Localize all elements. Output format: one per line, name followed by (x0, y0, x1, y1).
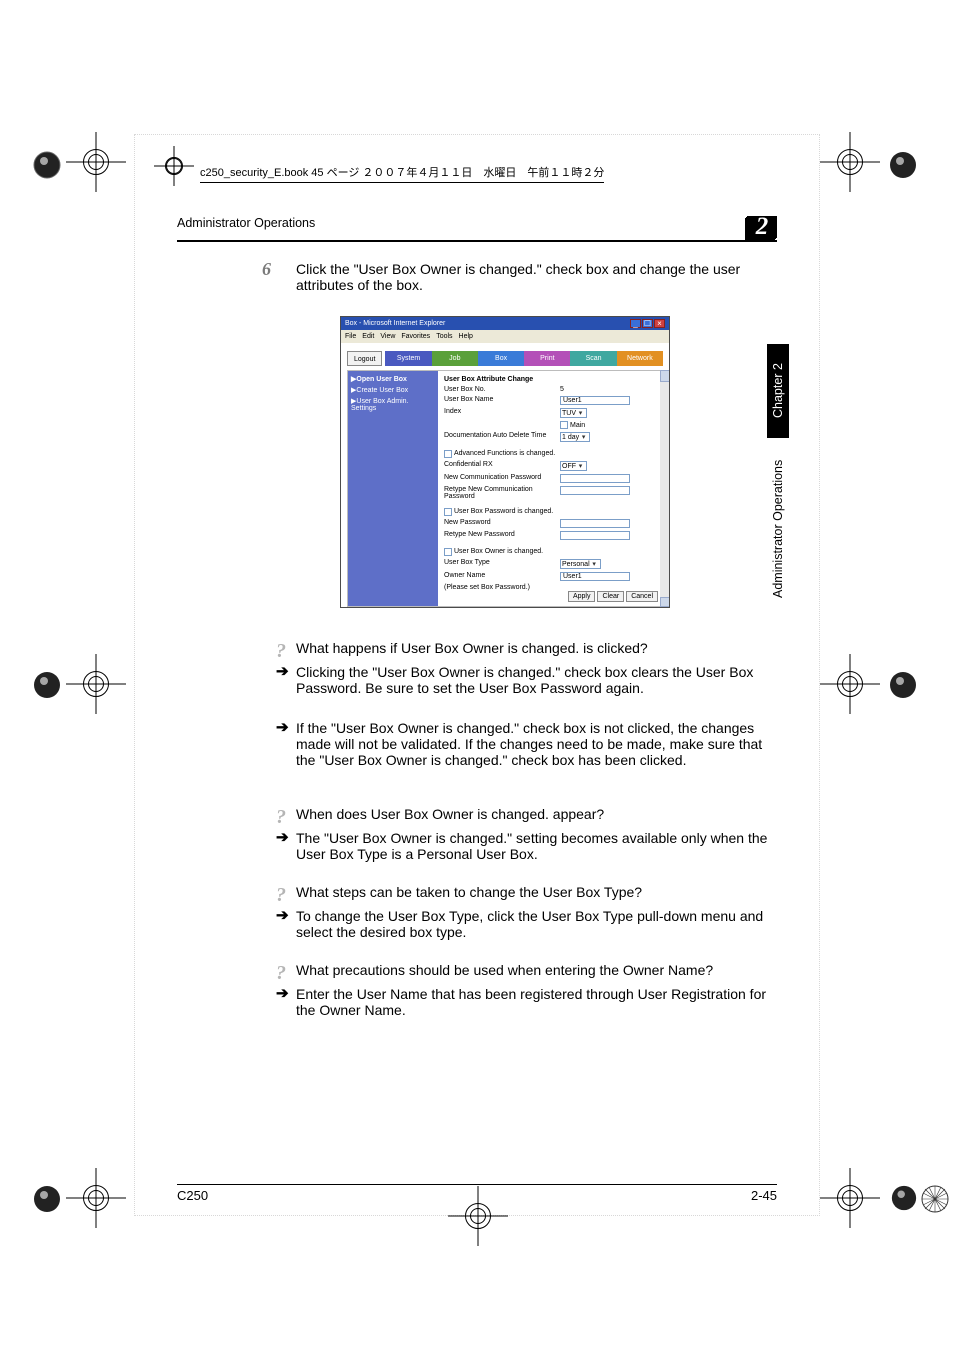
qa-question: What steps can be taken to change the Us… (296, 884, 776, 900)
sidebar: ▶Open User Box ▶Create User Box ▶User Bo… (348, 371, 438, 606)
autodelete-label: Documentation Auto Delete Time (444, 432, 560, 442)
page-header: Administrator Operations 2 (177, 216, 777, 238)
question-mark-icon: ? (276, 962, 286, 985)
advanced-changed-label: Advanced Functions is changed. (454, 450, 555, 458)
index-select[interactable]: TUV▾ (560, 408, 587, 418)
qa-item-3: ? When does User Box Owner is changed. a… (296, 806, 776, 870)
qa-item-5: ? What precautions should be used when e… (296, 962, 776, 1026)
sidebar-section-label: Administrator Operations (767, 444, 789, 614)
password-changed-label: User Box Password is changed. (454, 508, 553, 516)
menu-edit[interactable]: Edit (362, 333, 374, 340)
userbox-name-input[interactable]: User1 (560, 396, 630, 405)
header-underline (177, 240, 777, 242)
qa-answer: Clicking the "User Box Owner is changed.… (296, 664, 776, 696)
retype-password-input[interactable] (560, 531, 630, 540)
userbox-type-select[interactable]: Personal▾ (560, 559, 601, 569)
step-number: 6 (262, 259, 271, 280)
qa-question: What happens if User Box Owner is change… (296, 640, 776, 656)
tab-job[interactable]: Job (432, 351, 478, 366)
userbox-no-label: User Box No. (444, 386, 560, 393)
sidebar-open-user-box[interactable]: ▶Open User Box (351, 375, 435, 383)
right-sidebar: Chapter 2 Administrator Operations (763, 344, 789, 644)
qa-answer: The "User Box Owner is changed." setting… (296, 830, 776, 862)
question-mark-icon: ? (276, 884, 286, 907)
menu-favorites[interactable]: Favorites (401, 333, 430, 340)
chapter-number-badge: 2 (747, 216, 777, 238)
qa-item-4: ? What steps can be taken to change the … (296, 884, 776, 948)
main-panel: User Box Attribute Change User Box No.5 … (438, 371, 662, 606)
retype-comm-password-input[interactable] (560, 486, 630, 495)
header-title: Administrator Operations (177, 216, 315, 238)
scrollbar[interactable] (660, 370, 669, 607)
tab-scan[interactable]: Scan (570, 351, 616, 366)
window-titlebar: Box - Microsoft Internet Explorer _ ☐ × (341, 317, 669, 330)
arrow-icon: ➔ (276, 718, 289, 737)
qa-answer: To change the User Box Type, click the U… (296, 908, 776, 940)
new-comm-password-label: New Communication Password (444, 474, 560, 483)
qa-question: What precautions should be used when ent… (296, 962, 776, 978)
minimize-icon[interactable]: _ (630, 319, 641, 328)
sidebar-chapter-tab: Chapter 2 (767, 344, 789, 438)
menu-file[interactable]: File (345, 333, 356, 340)
build-stamp: c250_security_E.book 45 ページ ２００７年４月１１日 水… (200, 164, 604, 183)
autodelete-select[interactable]: 1 day▾ (560, 432, 590, 442)
qa-item-2: ➔ If the "User Box Owner is changed." ch… (296, 720, 776, 776)
index-label: Index (444, 408, 560, 418)
tab-print[interactable]: Print (524, 351, 570, 366)
retype-comm-password-label: Retype New Communication Password (444, 486, 560, 500)
new-comm-password-input[interactable] (560, 474, 630, 483)
userbox-no-value: 5 (560, 386, 656, 393)
userbox-name-label: User Box Name (444, 396, 560, 405)
window-title: Box - Microsoft Internet Explorer (345, 320, 445, 327)
owner-name-label: Owner Name (444, 572, 560, 581)
apply-button[interactable]: Apply (568, 591, 596, 602)
new-password-input[interactable] (560, 519, 630, 528)
logout-button[interactable]: Logout (347, 351, 382, 366)
qa-question: When does User Box Owner is changed. app… (296, 806, 776, 822)
question-mark-icon: ? (276, 806, 286, 829)
close-icon[interactable]: × (654, 319, 665, 328)
menu-view[interactable]: View (380, 333, 395, 340)
qa-item-1: ? What happens if User Box Owner is chan… (296, 640, 776, 704)
step-text: Click the "User Box Owner is changed." c… (296, 261, 776, 293)
owner-name-note: (Please set Box Password.) (444, 584, 560, 591)
menu-help[interactable]: Help (459, 333, 473, 340)
maximize-icon[interactable]: ☐ (642, 319, 653, 328)
page-footer: C250 2-45 (177, 1184, 777, 1203)
owner-changed-checkbox[interactable] (444, 548, 452, 556)
tab-box[interactable]: Box (478, 351, 524, 366)
panel-title: User Box Attribute Change (444, 376, 656, 383)
menu-tools[interactable]: Tools (436, 333, 452, 340)
confidential-rx-label: Confidential RX (444, 461, 560, 471)
owner-changed-label: User Box Owner is changed. (454, 548, 543, 556)
advanced-changed-checkbox[interactable] (444, 450, 452, 458)
clear-button[interactable]: Clear (597, 591, 624, 602)
main-checkbox-label: Main (570, 422, 585, 429)
sidebar-create-user-box[interactable]: ▶Create User Box (351, 386, 435, 394)
arrow-icon: ➔ (276, 662, 289, 681)
tab-system[interactable]: System (385, 351, 431, 366)
qa-answer: Enter the User Name that has been regist… (296, 986, 776, 1018)
arrow-icon: ➔ (276, 828, 289, 847)
retype-password-label: Retype New Password (444, 531, 560, 540)
embedded-screenshot: Box - Microsoft Internet Explorer _ ☐ × … (340, 316, 670, 608)
tab-network[interactable]: Network (617, 351, 663, 366)
cancel-button[interactable]: Cancel (626, 591, 658, 602)
sidebar-user-box-admin[interactable]: ▶User Box Admin. Settings (351, 397, 435, 412)
question-mark-icon: ? (276, 640, 286, 663)
footer-page-number: 2-45 (751, 1188, 777, 1203)
main-checkbox[interactable] (560, 421, 568, 429)
qa-answer: If the "User Box Owner is changed." chec… (296, 720, 776, 768)
userbox-type-label: User Box Type (444, 559, 560, 569)
footer-model: C250 (177, 1188, 208, 1203)
password-changed-checkbox[interactable] (444, 508, 452, 516)
new-password-label: New Password (444, 519, 560, 528)
browser-menubar[interactable]: File Edit View Favorites Tools Help (341, 330, 669, 343)
arrow-icon: ➔ (276, 984, 289, 1003)
arrow-icon: ➔ (276, 906, 289, 925)
confidential-rx-select[interactable]: OFF▾ (560, 461, 587, 471)
owner-name-input[interactable]: User1 (560, 572, 630, 581)
